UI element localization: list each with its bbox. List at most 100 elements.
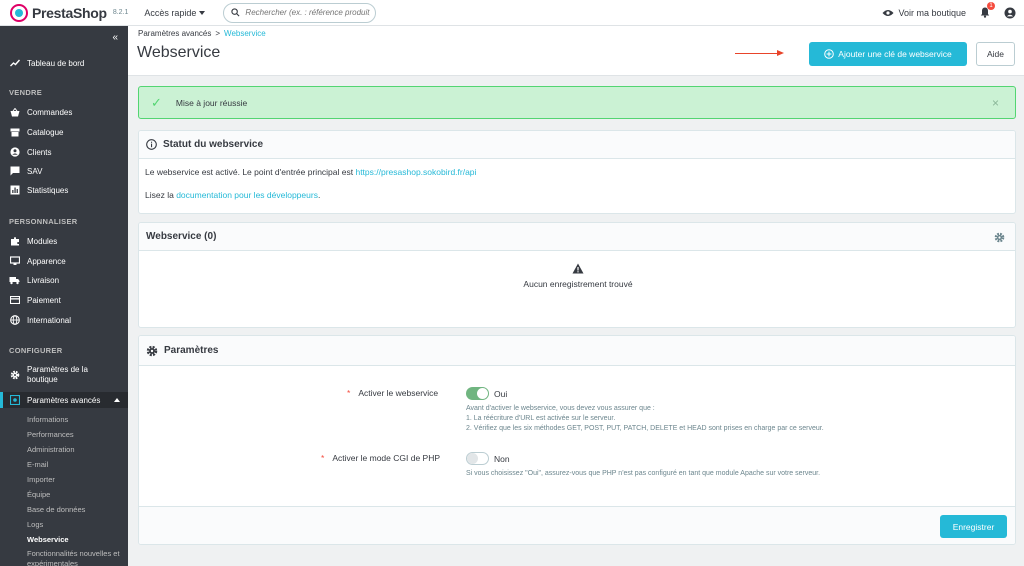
puzzle-icon xyxy=(9,236,20,246)
sidebar: « Tableau de bord VENDRE Commandes Catal… xyxy=(0,26,128,566)
add-circle-icon xyxy=(824,49,835,59)
sidebar-subitem-import[interactable]: Importer xyxy=(27,475,55,484)
help-line: 1. La réécriture d'URL est activée sur l… xyxy=(466,415,616,422)
sidebar-subitem-performance[interactable]: Performances xyxy=(27,430,74,439)
top-bar: PrestaShop 8.2.1 Accès rapide Voir ma bo… xyxy=(0,0,1024,26)
alert-message: Mise à jour réussie xyxy=(175,97,248,108)
truck-icon xyxy=(9,276,20,285)
enable-php-cgi-value: Non xyxy=(494,454,510,464)
enable-webservice-toggle[interactable] xyxy=(466,387,489,400)
eye-icon xyxy=(882,10,894,16)
sidebar-item-catalog[interactable]: Catalogue xyxy=(0,126,128,138)
chevron-up-icon xyxy=(114,398,120,402)
sidebar-subitem-information[interactable]: Informations xyxy=(27,415,68,424)
webservice-status-card: Statut du webservice Le webservice est a… xyxy=(138,130,1016,214)
sidebar-item-label: Apparence xyxy=(27,256,66,266)
view-shop-label: Voir ma boutique xyxy=(898,8,966,18)
enable-php-cgi-label: * Activer le mode CGI de PHP xyxy=(321,453,440,463)
sidebar-item-label: Catalogue xyxy=(27,127,64,137)
sidebar-section-customize: PERSONNALISER xyxy=(9,217,78,226)
search-box[interactable] xyxy=(223,2,377,23)
breadcrumb-current[interactable]: Webservice xyxy=(224,29,266,38)
sidebar-item-modules[interactable]: Modules xyxy=(0,235,128,247)
sidebar-item-label: Paramètres de la boutique xyxy=(27,365,88,384)
sidebar-item-sav[interactable]: SAV xyxy=(0,165,128,177)
sidebar-item-label: Tableau de bord xyxy=(27,58,85,68)
status-body: Le webservice est activé. Le point d'ent… xyxy=(139,159,1015,213)
globe-icon xyxy=(9,315,20,325)
sidebar-item-label: Statistiques xyxy=(27,185,69,195)
webservice-list-card: Webservice (0) Aucun enregistrement trou… xyxy=(138,222,1016,328)
api-url-link[interactable]: https://presashop.sokobird.fr/api xyxy=(355,167,476,177)
card-title: Webservice (0) xyxy=(146,231,217,242)
toggle-knob xyxy=(477,388,488,399)
sidebar-item-international[interactable]: International xyxy=(0,314,128,326)
credit-card-icon xyxy=(9,296,20,304)
add-webservice-key-label: Ajouter une clé de webservice xyxy=(838,49,952,59)
sidebar-section-sell: VENDRE xyxy=(9,88,43,97)
sidebar-subitem-database[interactable]: Base de données xyxy=(27,505,85,514)
enable-webservice-help: Avant d'activer le webservice, vous deve… xyxy=(466,404,1006,434)
sidebar-subitem-webservice[interactable]: Webservice xyxy=(27,535,69,544)
empty-message: Aucun enregistrement trouvé xyxy=(523,279,633,289)
label-text: Activer le webservice xyxy=(358,388,439,398)
page-title: Webservice xyxy=(137,44,221,61)
store-icon xyxy=(9,128,20,137)
view-shop-link[interactable]: Voir ma boutique xyxy=(882,8,966,18)
sidebar-item-label: Modules xyxy=(27,236,58,246)
quick-access-label: Accès rapide xyxy=(144,7,197,18)
sidebar-subitem-new-features[interactable]: Fonctionnalités nouvelles et expérimenta… xyxy=(27,549,125,566)
sidebar-item-shipping[interactable]: Livraison xyxy=(0,274,128,286)
sidebar-item-label: Commandes xyxy=(27,107,73,117)
sidebar-subitem-team[interactable]: Équipe xyxy=(27,490,50,499)
user-account-icon[interactable] xyxy=(1004,7,1016,19)
settings-applications-icon xyxy=(9,395,20,405)
page-header: Paramètres avancés > Webservice Webservice… xyxy=(128,26,1024,76)
annotation-arrow-head xyxy=(777,50,784,56)
sidebar-subitem-logs[interactable]: Logs xyxy=(27,520,43,529)
notifications-button[interactable]: 1 xyxy=(980,1,995,20)
sidebar-item-shop-parameters[interactable]: Paramètres de la boutique xyxy=(0,364,128,386)
required-marker: * xyxy=(321,453,325,463)
help-button[interactable]: Aide xyxy=(976,42,1015,66)
search-icon xyxy=(231,8,240,17)
sidebar-subitem-administration[interactable]: Administration xyxy=(27,445,75,454)
sidebar-item-payment[interactable]: Paiement xyxy=(0,294,128,306)
trending-up-icon xyxy=(9,59,20,67)
brand-logo[interactable]: PrestaShop 8.2.1 xyxy=(10,3,128,22)
enable-webservice-label: * Activer le webservice xyxy=(347,388,438,398)
sidebar-item-orders[interactable]: Commandes xyxy=(0,106,128,118)
help-line: Avant d'activer le webservice, vous deve… xyxy=(466,405,655,412)
sidebar-item-appearance[interactable]: Apparence xyxy=(0,255,128,267)
sidebar-item-stats[interactable]: Statistiques xyxy=(0,184,128,196)
close-icon[interactable]: × xyxy=(992,96,999,110)
gear-icon xyxy=(9,370,20,380)
breadcrumb-parent[interactable]: Paramètres avancés xyxy=(138,29,211,38)
card-header: Webservice (0) xyxy=(139,223,1015,251)
info-icon xyxy=(146,139,157,150)
enable-php-cgi-toggle[interactable] xyxy=(466,452,489,465)
desktop-icon xyxy=(9,256,20,266)
sidebar-subitem-email[interactable]: E-mail xyxy=(27,460,48,469)
save-button[interactable]: Enregistrer xyxy=(940,515,1007,538)
search-input[interactable] xyxy=(245,8,371,17)
sidebar-item-label: International xyxy=(27,315,72,325)
sidebar-item-advanced-parameters[interactable]: Paramètres avancés xyxy=(0,392,128,408)
help-line: 2. Vérifiez que les six méthodes GET, PO… xyxy=(466,425,824,432)
status-text: Le webservice est activé. Le point d'ent… xyxy=(145,167,356,177)
documentation-link[interactable]: documentation pour les développeurs xyxy=(176,190,318,200)
brand-name: PrestaShop xyxy=(32,4,107,21)
breadcrumb-separator: > xyxy=(215,29,221,38)
status-line: Le webservice est activé. Le point d'ent… xyxy=(145,167,1009,178)
toggle-knob xyxy=(467,453,478,464)
chat-icon xyxy=(9,166,20,176)
add-webservice-key-button[interactable]: Ajouter une clé de webservice xyxy=(809,42,967,66)
sidebar-item-customers[interactable]: Clients xyxy=(0,146,128,158)
collapse-sidebar-icon[interactable]: « xyxy=(112,32,118,43)
breadcrumb: Paramètres avancés > Webservice xyxy=(138,29,266,38)
quick-access-dropdown[interactable]: Accès rapide xyxy=(144,7,206,18)
caret-down-icon xyxy=(199,10,206,15)
doc-suffix: . xyxy=(317,190,321,200)
list-settings-gear-icon[interactable] xyxy=(994,232,1005,245)
sidebar-item-dashboard[interactable]: Tableau de bord xyxy=(0,56,128,70)
